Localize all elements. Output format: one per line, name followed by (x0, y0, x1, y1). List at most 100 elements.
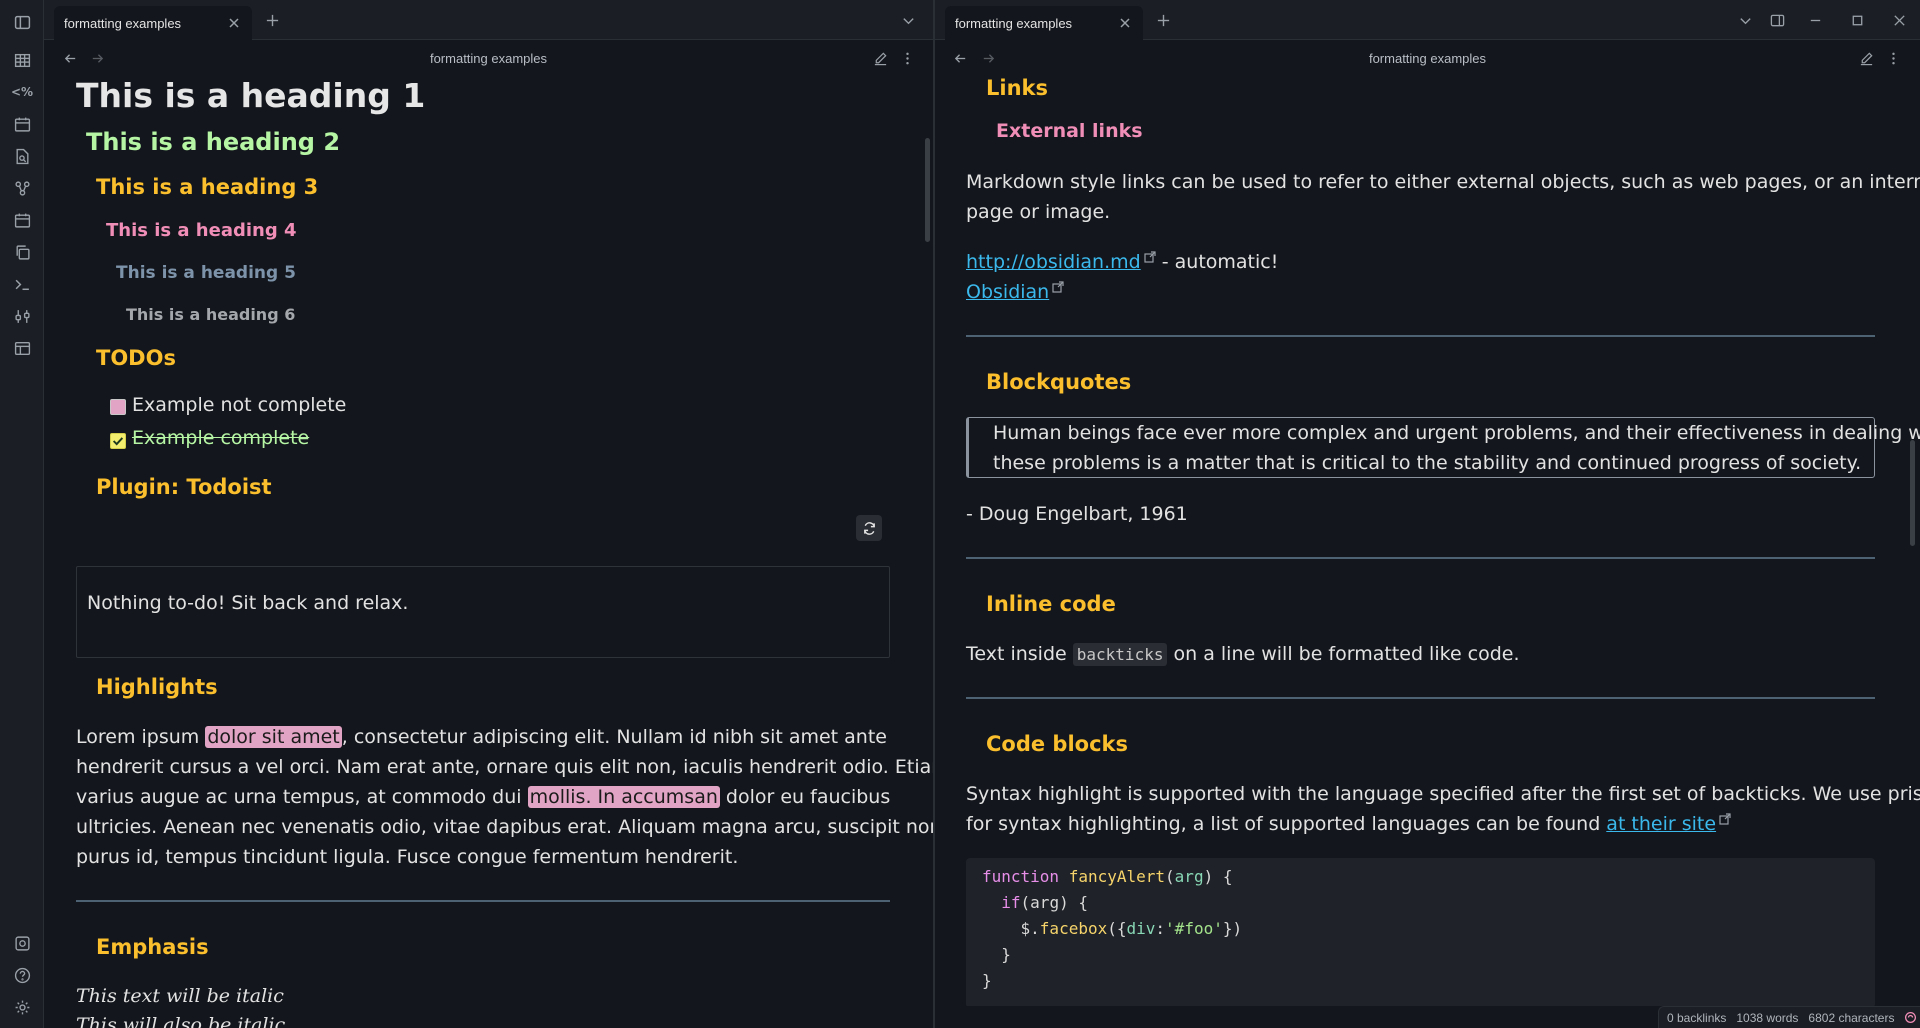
settings-gear-icon[interactable] (12, 997, 32, 1017)
code-blocks-heading: Code blocks (986, 732, 1128, 756)
right-note-content: Links External links Markdown style link… (935, 76, 1920, 1006)
back-arrow-icon[interactable] (61, 49, 79, 67)
todo-checkbox-unchecked[interactable] (110, 399, 126, 415)
plugin-icon[interactable] (12, 306, 32, 326)
paragraph-line: for syntax highlighting, a list of suppo… (966, 809, 1731, 839)
calendar-icon[interactable] (12, 114, 32, 134)
blockquote-line: these problems is a matter that is criti… (993, 452, 1862, 474)
todo-item-label-complete: Example complete (132, 427, 310, 449)
tab-formatting-examples-right[interactable]: formatting examples (945, 6, 1143, 40)
todo-item-label: Example not complete (132, 394, 347, 416)
horizontal-rule (966, 697, 1875, 699)
link-line: http://obsidian.md - automatic! (966, 247, 1278, 277)
daily-note-icon[interactable] (12, 210, 32, 230)
word-count: 1038 words (1736, 1010, 1799, 1025)
paragraph-line: varius augue ac urna tempus, at commodo … (76, 782, 890, 812)
close-tab-icon[interactable] (1117, 15, 1133, 31)
code-object: $. (1020, 919, 1040, 938)
edit-pencil-icon[interactable] (871, 49, 889, 67)
more-options-icon[interactable] (1884, 49, 1902, 67)
more-options-icon[interactable] (898, 49, 916, 67)
forward-arrow-icon[interactable] (88, 49, 106, 67)
code-keyword: function (982, 867, 1060, 886)
paragraph-line: page or image. (966, 201, 1111, 223)
text: dolor eu faucibus (719, 786, 891, 808)
italic-text: This text will be italic (76, 985, 284, 1007)
obsidian-md-link[interactable]: http://obsidian.md (966, 251, 1141, 273)
character-count: 6802 characters (1808, 1010, 1895, 1025)
toggle-right-sidebar-icon[interactable] (1768, 11, 1786, 29)
left-tab-bar: formatting examples (44, 0, 933, 40)
right-pane-header: formatting examples (935, 40, 1920, 76)
file-search-icon[interactable] (12, 146, 32, 166)
close-tab-icon[interactable] (226, 15, 242, 31)
right-tab-bar: formatting examples (935, 0, 1920, 40)
maximize-window-icon[interactable] (1848, 11, 1866, 29)
copy-icon[interactable] (12, 242, 32, 262)
sidebar-toggle-icon[interactable] (12, 12, 32, 32)
code-key: div (1126, 919, 1156, 938)
tab-title: formatting examples (64, 15, 182, 31)
paragraph-line: Markdown style links can be used to refe… (966, 171, 1920, 193)
text: , consectetur adipiscing elit. Nullam id… (341, 726, 887, 748)
italic-text: This will also be italic (76, 1014, 286, 1028)
tab-list-chevron-down-icon[interactable] (1736, 11, 1754, 29)
tab-formatting-examples-left[interactable]: formatting examples (54, 6, 252, 40)
left-scrollbar-thumb[interactable] (925, 138, 930, 242)
text: - automatic! (1155, 251, 1279, 273)
right-scrollbar-thumb[interactable] (1910, 440, 1915, 546)
highlights-heading: Highlights (96, 675, 218, 699)
code-keyword: if (1001, 893, 1021, 912)
back-arrow-icon[interactable] (951, 49, 969, 67)
edit-pencil-icon[interactable] (1857, 49, 1875, 67)
code-arg: arg (1030, 893, 1060, 912)
obsidian-link[interactable]: Obsidian (966, 281, 1049, 303)
graph-icon[interactable] (12, 178, 32, 198)
prismjs-site-link[interactable]: at their site (1606, 813, 1716, 835)
code-string: '#foo' (1165, 919, 1223, 938)
todos-heading: TODOs (96, 346, 176, 370)
heading-4: This is a heading 4 (106, 220, 297, 241)
sync-status-icon[interactable] (1904, 1011, 1917, 1024)
minimize-window-icon[interactable] (1806, 11, 1824, 29)
heading-3: This is a heading 3 (96, 175, 319, 199)
new-tab-icon[interactable] (1154, 11, 1172, 29)
code-arg: arg (1174, 867, 1204, 886)
link-line: Obsidian (966, 277, 1064, 307)
code-function: facebox (1039, 919, 1108, 938)
heading-5: This is a heading 5 (116, 263, 296, 283)
code-block: function fancyAlert(arg) { if(arg) { $.f… (966, 858, 1875, 1006)
backlinks-count[interactable]: 0 backlinks (1667, 1011, 1726, 1025)
table-icon[interactable] (12, 50, 32, 70)
help-icon[interactable] (12, 965, 32, 985)
tab-list-chevron-down-icon[interactable] (899, 11, 917, 29)
heading-2: This is a heading 2 (86, 128, 341, 156)
templater-icon[interactable]: <% (11, 82, 33, 102)
refresh-icon[interactable] (856, 515, 882, 541)
text: varius augue ac urna tempus, at commodo … (76, 786, 528, 808)
horizontal-rule (966, 557, 1875, 559)
todo-checkbox-checked[interactable] (110, 433, 126, 449)
highlighted-text: mollis. In accumsan (527, 786, 720, 808)
paragraph-line: Text inside backticks on a line will be … (966, 639, 1520, 670)
right-pane-title[interactable]: formatting examples (1369, 51, 1486, 66)
layout-icon[interactable] (12, 338, 32, 358)
todoist-heading: Plugin: Todoist (96, 475, 272, 499)
left-pane-title[interactable]: formatting examples (430, 51, 547, 66)
inline-code: backticks (1072, 643, 1168, 666)
vault-icon[interactable] (12, 933, 32, 953)
text: Lorem ipsum (76, 726, 206, 748)
highlighted-text: dolor sit amet (205, 726, 342, 748)
close-window-icon[interactable] (1890, 11, 1908, 29)
horizontal-rule (966, 335, 1875, 337)
emphasis-heading: Emphasis (96, 935, 209, 959)
checkmark-icon (112, 437, 124, 446)
blockquote-line: Human beings face ever more complex and … (993, 422, 1920, 444)
terminal-icon[interactable] (12, 274, 32, 294)
new-tab-icon[interactable] (263, 11, 281, 29)
paragraph-line: purus id, tempus tincidunt ligula. Fusce… (76, 846, 739, 868)
forward-arrow-icon[interactable] (979, 49, 997, 67)
left-ribbon: <% (0, 0, 44, 1028)
left-note-content: This is a heading 1 This is a heading 2 … (44, 76, 933, 1028)
left-pane-header: formatting examples (44, 40, 933, 76)
